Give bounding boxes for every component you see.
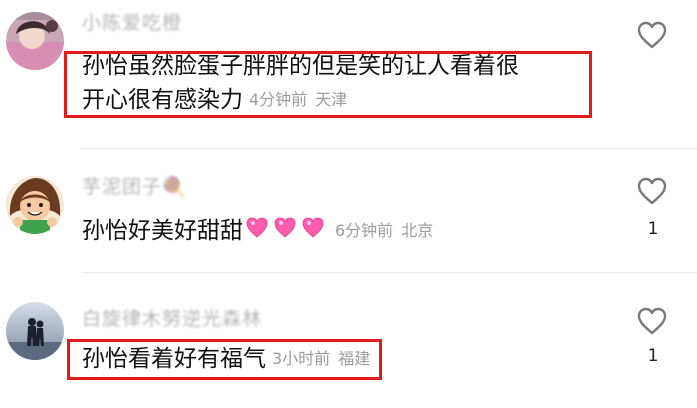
highlight-box bbox=[64, 51, 592, 118]
comment-item: 芋泥团子🍭 孙怡好美好甜甜 6分钟前 北京 1 bbox=[0, 150, 697, 270]
like-count: 1 bbox=[647, 219, 659, 239]
highlight-box bbox=[67, 339, 382, 380]
like-heart-icon[interactable] bbox=[636, 20, 668, 50]
comment-username[interactable]: 小陈爱吃橙 bbox=[82, 8, 182, 35]
comment-location: 北京 bbox=[401, 221, 434, 240]
avatar[interactable] bbox=[6, 302, 64, 360]
comment-time: 6分钟前 bbox=[335, 221, 394, 240]
divider bbox=[82, 148, 697, 149]
comment-item: 白旋律木努逆光森林 孙怡看着好有福气 3小时前 福建 1 bbox=[0, 274, 697, 408]
comment-item: 小陈爱吃橙 孙怡虽然脸蛋子胖胖的但是笑的让人看着很 开心很有感染力 4分钟前 天津 bbox=[0, 0, 697, 140]
comment-meta: 6分钟前 北京 bbox=[335, 221, 433, 240]
divider bbox=[82, 272, 697, 273]
comment-text: 孙怡好美好甜甜 6分钟前 北京 bbox=[82, 214, 433, 250]
like-heart-icon[interactable] bbox=[636, 306, 668, 336]
avatar[interactable] bbox=[6, 12, 64, 70]
comment-text-body: 孙怡好美好甜甜 bbox=[82, 218, 243, 244]
heart-emoji-icon bbox=[245, 214, 329, 250]
like-count: 1 bbox=[647, 346, 659, 366]
avatar-cartoon-girl-icon bbox=[6, 176, 64, 234]
avatar-silhouette-couple-icon bbox=[6, 302, 64, 360]
like-heart-icon[interactable] bbox=[636, 176, 668, 206]
avatar[interactable] bbox=[6, 176, 64, 234]
avatar-girl-pink-icon bbox=[6, 12, 64, 70]
comment-username[interactable]: 芋泥团子🍭 bbox=[82, 172, 187, 199]
comment-username[interactable]: 白旋律木努逆光森林 bbox=[82, 304, 262, 331]
